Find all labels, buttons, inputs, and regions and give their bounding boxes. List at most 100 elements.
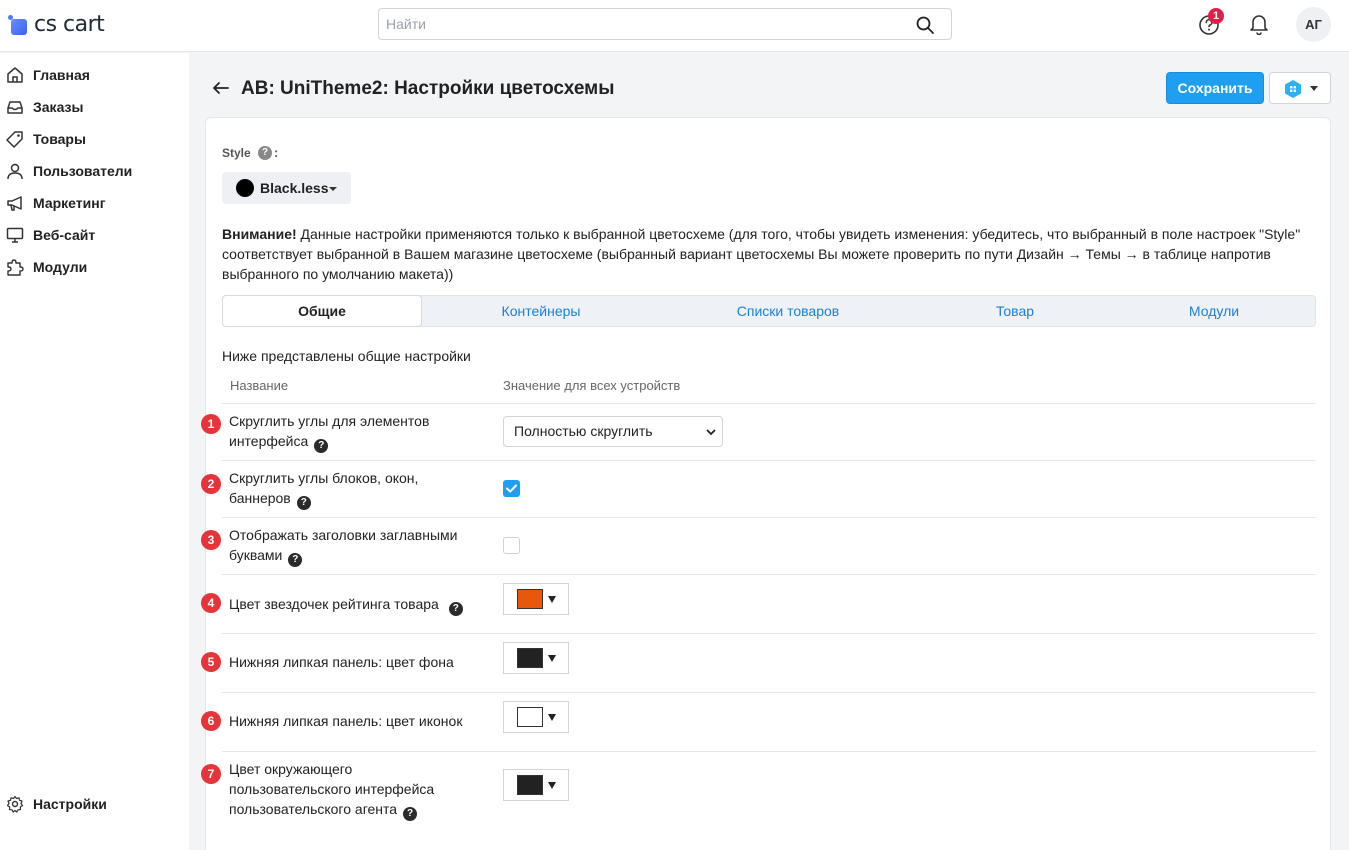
tag-icon	[6, 131, 23, 148]
divider	[222, 751, 1316, 752]
sticky-panel-icons-color-picker[interactable]	[503, 701, 569, 733]
step-number: 3	[201, 530, 221, 550]
save-button[interactable]: Сохранить	[1166, 72, 1264, 104]
top-bar: cs cart 1 АГ	[0, 0, 1349, 52]
divider	[222, 633, 1316, 634]
setting-label-text: Цвет звездочек рейтинга товара	[229, 596, 439, 612]
setting-label-text: Нижняя липкая панель: цвет иконок	[229, 713, 463, 729]
help-icon[interactable]: ?	[296, 496, 311, 510]
setting-label-text: Нижняя липкая панель: цвет фона	[229, 654, 454, 670]
page-header: AB: UniTheme2: Настройки цветосхемы Сохр…	[190, 53, 1349, 117]
color-swatch	[517, 589, 543, 609]
help-icon[interactable]: ?	[403, 807, 418, 821]
rounded-blocks-checkbox[interactable]	[503, 480, 520, 497]
sidebar-item-products[interactable]: Товары	[0, 123, 189, 155]
user-icon	[7, 163, 23, 180]
step-number: 5	[201, 652, 221, 672]
setting-label: Нижняя липкая панель: цвет фона	[229, 652, 499, 672]
caret-down-icon	[548, 596, 556, 603]
inbox-icon	[7, 101, 23, 114]
divider	[222, 460, 1316, 461]
logo[interactable]: cs cart	[8, 12, 105, 37]
divider	[222, 692, 1316, 693]
sidebar-item-label: Главная	[33, 67, 90, 83]
uppercase-titles-checkbox[interactable]	[503, 537, 520, 554]
column-header-value: Значение для всех устройств	[503, 378, 681, 393]
sidebar-item-label: Пользователи	[33, 163, 133, 179]
sidebar-item-label: Маркетинг	[33, 195, 106, 211]
caret-down-icon	[548, 655, 556, 662]
search-icon[interactable]	[915, 15, 935, 35]
step-number: 7	[201, 764, 221, 784]
setting-label-text: Скруглить углы для элементов интерфейса	[229, 413, 430, 449]
setting-label: Скруглить углы блоков, окон, баннеров?	[229, 468, 444, 510]
sidebar-item-label: Модули	[33, 259, 88, 275]
tab-general[interactable]: Общие	[222, 295, 422, 327]
gear-icon	[6, 795, 24, 813]
sidebar-item-label: Товары	[33, 131, 86, 147]
chevron-down-icon	[1310, 86, 1318, 91]
tab-containers[interactable]: Контейнеры	[441, 296, 641, 326]
notice-text: Внимание! Данные настройки применяются т…	[222, 224, 1316, 284]
help-icon[interactable]: ?	[288, 553, 303, 567]
sidebar-item-home[interactable]: Главная	[0, 59, 189, 91]
home-icon	[7, 67, 23, 83]
page-title: AB: UniTheme2: Настройки цветосхемы	[241, 78, 615, 99]
color-swatch	[517, 648, 543, 668]
user-agent-ui-color-picker[interactable]	[503, 769, 569, 801]
step-number: 4	[201, 593, 221, 613]
help-icon[interactable]: ?	[314, 439, 329, 453]
style-dropdown[interactable]: Black.less	[222, 172, 351, 204]
help-icon[interactable]: ?	[258, 146, 272, 160]
megaphone-icon	[7, 196, 22, 211]
color-swatch	[517, 775, 543, 795]
back-arrow-icon[interactable]	[212, 80, 230, 96]
style-dropdown-value: Black.less	[260, 180, 329, 196]
sidebar: Главная Заказы Товары Пользователи Марке…	[0, 53, 189, 850]
caret-down-icon	[548, 714, 556, 721]
sidebar-item-label: Веб-сайт	[33, 227, 96, 243]
setting-label-text: Отображать заголовки заглавными буквами	[229, 527, 458, 563]
setting-label-text: Цвет окружающего пользовательского интер…	[229, 761, 435, 817]
notice-bold: Внимание!	[222, 226, 297, 242]
notice-body: Данные настройки применяются только к вы…	[222, 226, 1301, 282]
caret-down-icon	[548, 782, 556, 789]
sidebar-item-marketing[interactable]: Маркетинг	[0, 187, 189, 219]
bell-icon[interactable]	[1249, 13, 1269, 35]
column-header-name: Название	[230, 378, 289, 393]
avatar[interactable]: АГ	[1296, 7, 1331, 42]
sidebar-item-settings[interactable]: Настройки	[0, 788, 189, 820]
step-number: 1	[201, 414, 221, 434]
rating-stars-color-picker[interactable]	[503, 583, 569, 615]
tools-dropdown-button[interactable]	[1269, 72, 1331, 104]
sidebar-item-website[interactable]: Веб-сайт	[0, 219, 189, 251]
color-swatch	[236, 179, 254, 197]
setting-label: Скруглить углы для элементов интерфейса?	[229, 411, 459, 453]
setting-label: Нижняя липкая панель: цвет иконок	[229, 711, 499, 731]
sidebar-item-orders[interactable]: Заказы	[0, 91, 189, 123]
monitor-icon	[6, 227, 24, 243]
setting-label: Отображать заголовки заглавными буквами?	[229, 525, 479, 567]
search-box	[378, 8, 952, 40]
tab-addons[interactable]: Модули	[1114, 296, 1314, 326]
tab-product[interactable]: Товар	[915, 296, 1115, 326]
sidebar-item-users[interactable]: Пользователи	[0, 155, 189, 187]
help-icon[interactable]: ?	[448, 602, 463, 616]
tab-bar: Общие Контейнеры Списки товаров Товар Мо…	[222, 295, 1316, 327]
search-input[interactable]	[379, 9, 899, 39]
sticky-panel-bg-color-picker[interactable]	[503, 642, 569, 674]
style-colon: :	[274, 145, 279, 160]
sidebar-item-addons[interactable]: Модули	[0, 251, 189, 283]
section-note: Ниже представлены общие настройки	[222, 348, 471, 364]
select-value: Полностью скруглить	[514, 423, 653, 439]
sidebar-item-label: Настройки	[33, 796, 107, 812]
cs-cart-logo-icon	[8, 14, 28, 35]
rounding-select[interactable]: Полностью скруглить	[503, 416, 723, 447]
sidebar-item-label: Заказы	[33, 99, 84, 115]
tab-product-lists[interactable]: Списки товаров	[688, 296, 888, 326]
notification-badge: 1	[1208, 8, 1224, 24]
divider	[222, 574, 1316, 575]
step-number: 2	[201, 474, 221, 494]
chevron-down-icon	[706, 429, 716, 436]
checkmark-icon	[506, 484, 517, 493]
